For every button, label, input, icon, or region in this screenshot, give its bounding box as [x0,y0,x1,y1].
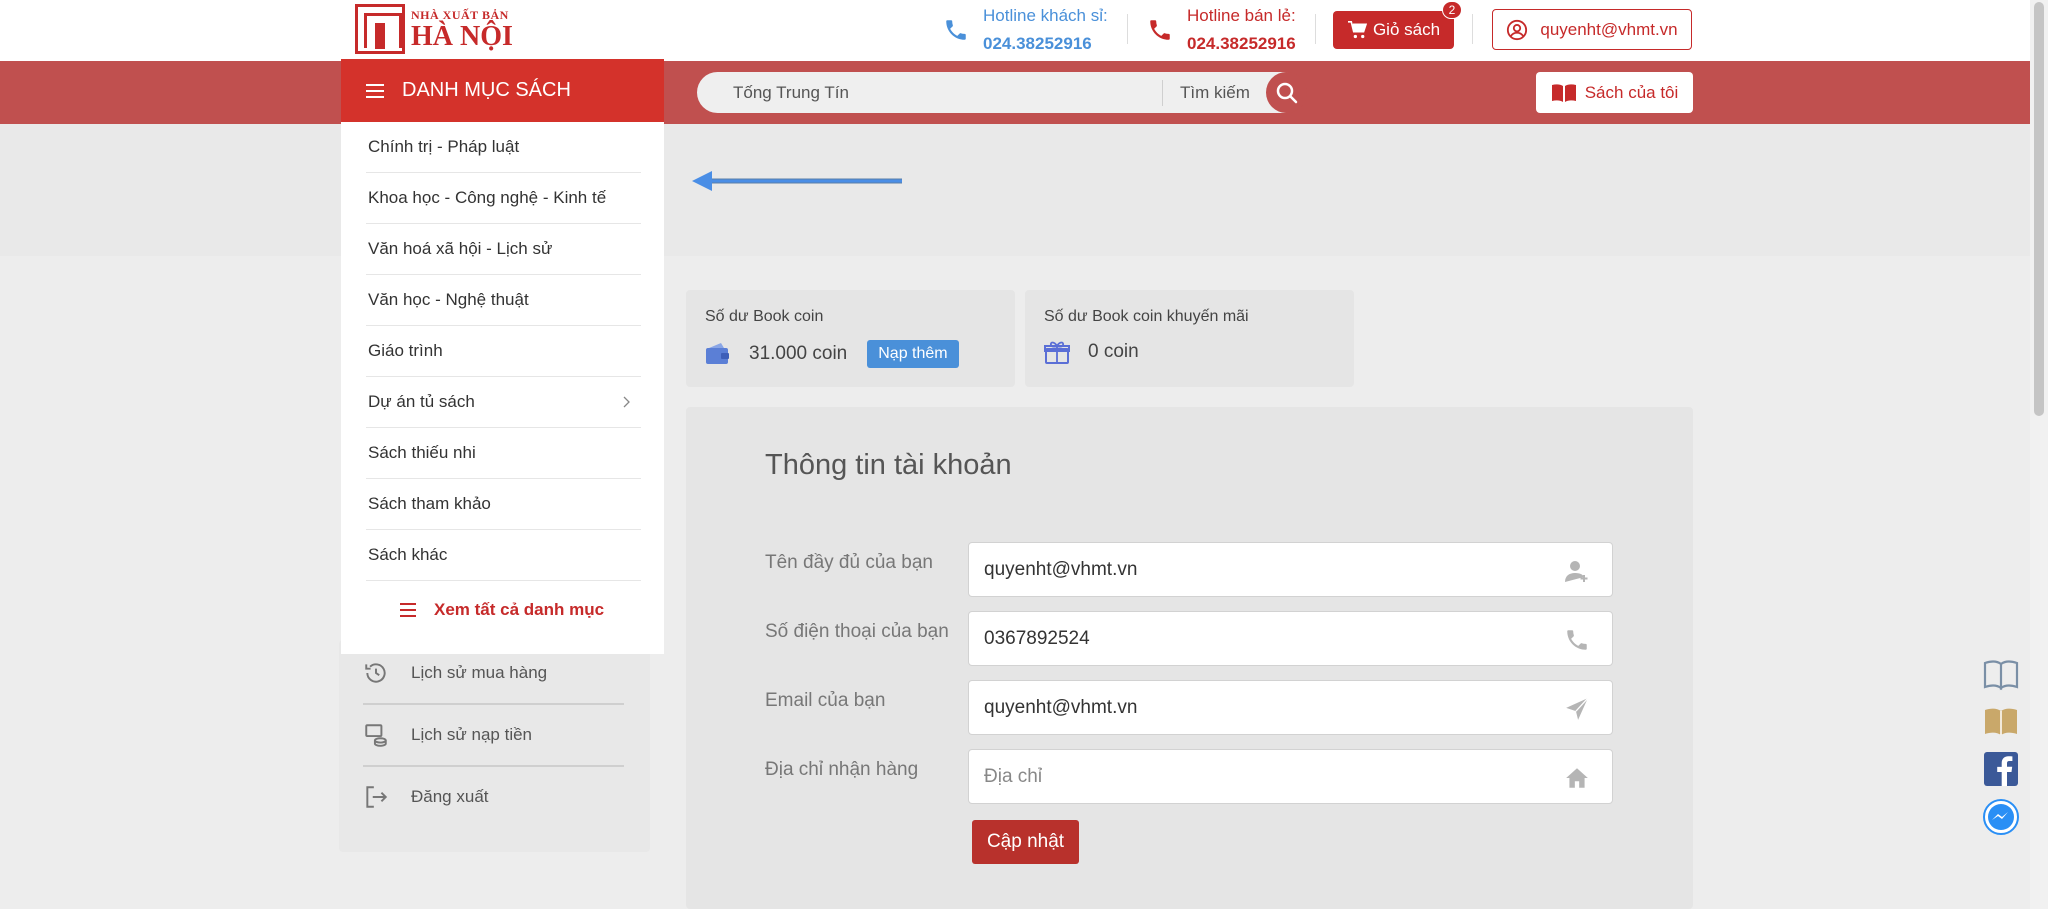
category-menu-title: DANH MỤC SÁCH [402,79,571,101]
left-arrow-icon [692,171,902,191]
divider [1127,14,1128,44]
phone-field [968,611,1613,666]
hotline-wholesale-label: Hotline khách sỉ: [983,6,1108,25]
address-input[interactable] [984,750,1544,803]
promo-coin-balance-card: Số dư Book coin khuyến mãi 0 coin [1025,290,1354,387]
coin-balance-value: 31.000 coin [749,343,848,364]
category-menu: Chính trị - Pháp luật Khoa học - Công ng… [341,122,664,654]
hotline-wholesale-number[interactable]: 024.38252916 [983,32,1108,56]
history-icon [365,663,386,683]
promo-coin-value: 0 coin [1088,341,1139,362]
account-info-title: Thông tin tài khoản [765,449,1012,481]
account-sidebar: Lịch sử mua hàng Lịch sử nạp tiền Đăng x… [339,640,650,852]
cart-button[interactable]: Giỏ sách 2 [1333,1,1462,49]
view-all-label: Xem tất cả danh mục [434,600,605,619]
hotline-retail-number[interactable]: 024.38252916 [1187,32,1296,56]
gift-icon [1044,341,1070,364]
category-item[interactable]: Sách thiếu nhi [366,428,641,479]
email-label: Email của bạn [765,690,886,711]
logo-big-text: HÀ NỘI [411,20,513,52]
promo-coin-label: Số dư Book coin khuyến mãi [1044,308,1249,325]
wallet-icon [706,343,729,364]
facebook-icon[interactable] [1981,749,2021,789]
update-button[interactable]: Cập nhật [972,820,1079,864]
cart-label: Giỏ sách [1372,20,1441,39]
phone-icon [946,20,966,40]
logout-icon [366,786,388,808]
main-navbar: Tìm kiếm Sách của tôi [0,61,2030,124]
sidebar-item-topup-history[interactable]: Lịch sử nạp tiền [363,704,624,766]
sidebar-item-label: Đăng xuất [411,787,489,806]
scrollbar-thumb[interactable] [2034,2,2044,416]
category-item[interactable]: Sách tham khảo [366,479,641,530]
category-menu-header[interactable]: DANH MỤC SÁCH [341,59,664,122]
search-divider [1162,80,1163,106]
hamburger-icon [366,83,384,98]
coin-balance-label: Số dư Book coin [705,308,824,325]
book-icon [1551,83,1576,102]
my-books-button[interactable]: Sách của tôi [1536,72,1693,113]
hotline-retail-label: Hotline bán lẻ: [1187,6,1296,25]
topup-button[interactable]: Nạp thêm [867,340,959,368]
messenger-icon[interactable] [1981,797,2021,837]
category-item[interactable]: Sách khác [366,530,641,581]
category-item[interactable]: Khoa học - Công nghệ - Kinh tế [366,173,641,224]
phone-icon [1150,20,1170,40]
search-button[interactable] [1266,72,1307,113]
view-all-categories-link[interactable]: Xem tất cả danh mục [400,600,604,620]
phone-icon [1567,630,1587,650]
top-header: NHÀ XUẤT BẢN HÀ NỘI Hotline khách sỉ: 02… [0,0,2030,61]
category-item[interactable]: Dự án tủ sách [366,377,641,428]
full-name-input[interactable] [984,543,1544,596]
chevron-right-icon [623,396,630,408]
phone-label: Số điện thoại của bạn [765,621,949,642]
sidebar-item-label: Lịch sử nạp tiền [411,725,533,744]
topup-history-icon [365,724,387,747]
account-info-panel: Thông tin tài khoản Tên đầy đủ của bạn S… [686,407,1693,909]
user-account-button[interactable]: quyenht@vhmt.vn [1492,9,1692,50]
divider [1472,14,1473,44]
logo-mark-icon [355,4,405,54]
hotline-wholesale: Hotline khách sỉ: 024.38252916 [943,4,1108,56]
home-icon [1566,768,1588,788]
category-item[interactable]: Văn hoá xã hội - Lịch sử [366,224,641,275]
hamburger-icon [400,603,416,617]
page-scrollbar[interactable] [2030,0,2048,909]
user-circle-icon [1507,19,1528,40]
my-books-label: Sách của tôi [1584,82,1679,102]
full-name-field [968,542,1613,597]
book-icon[interactable] [1981,702,2021,742]
cart-icon [1347,21,1367,39]
full-name-label: Tên đầy đủ của bạn [765,552,933,573]
address-label: Địa chỉ nhận hàng [765,759,919,780]
category-item[interactable]: Chính trị - Pháp luật [366,122,641,173]
search-icon [1276,82,1297,103]
divider [1315,14,1316,44]
address-field [968,749,1613,804]
open-book-icon[interactable] [1981,655,2021,695]
book-coin-balance-card: Số dư Book coin 31.000 coin Nạp thêm [686,290,1015,387]
category-item[interactable]: Giáo trình [366,326,641,377]
phone-input[interactable] [984,612,1544,665]
send-icon [1566,697,1589,720]
sidebar-item-label: Lịch sử mua hàng [411,663,548,682]
banner-area [0,124,2030,256]
hotline-retail: Hotline bán lẻ: 024.38252916 [1147,4,1296,56]
search-label[interactable]: Tìm kiếm [1180,83,1250,103]
email-input[interactable] [984,681,1544,734]
search-input[interactable] [733,72,1153,113]
add-user-icon [1565,561,1588,582]
email-field [968,680,1613,735]
category-item[interactable]: Văn học - Nghệ thuật [366,275,641,326]
sidebar-item-logout[interactable]: Đăng xuất [363,766,624,828]
logo[interactable]: NHÀ XUẤT BẢN HÀ NỘI [355,4,513,54]
user-email: quyenht@vhmt.vn [1540,19,1678,39]
cart-count-badge: 2 [1442,1,1462,19]
search-box: Tìm kiếm [697,72,1307,113]
